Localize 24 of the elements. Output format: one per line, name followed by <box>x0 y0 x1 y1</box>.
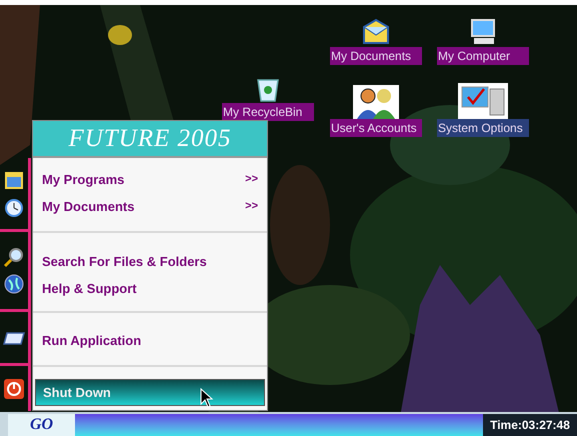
desktop-icon-label[interactable]: My Computer <box>437 47 529 65</box>
mouse-cursor-icon <box>200 388 214 408</box>
monitor-check-icon <box>458 83 508 119</box>
globe-icon[interactable] <box>3 273 25 295</box>
desktop-icon-label[interactable]: User's Accounts <box>330 119 422 137</box>
submenu-arrow: >> <box>245 172 258 188</box>
calendar-icon[interactable] <box>3 169 25 191</box>
computer-icon <box>468 17 498 47</box>
menu-item[interactable]: Run Application <box>35 327 265 354</box>
users-icon <box>353 85 399 119</box>
go-button[interactable]: GO <box>8 414 75 436</box>
menu-item[interactable]: My Documents >> <box>35 193 265 220</box>
menu-item[interactable]: Search For Files & Folders <box>35 248 265 275</box>
desktop-icon-label[interactable]: System Options <box>437 119 529 137</box>
clock: Time:03:27:48 <box>483 414 577 436</box>
menu-title: FUTURE 2005 <box>68 126 232 151</box>
clock-icon[interactable] <box>3 196 25 218</box>
submenu-arrow: >> <box>245 199 258 214</box>
menu-item[interactable]: My Programs >> <box>35 166 265 193</box>
menu-item[interactable]: Help & Support <box>35 275 265 302</box>
search-icon[interactable] <box>3 246 25 268</box>
power-icon[interactable] <box>3 378 25 400</box>
desktop-icon-label[interactable]: My RecycleBin <box>222 103 314 121</box>
desktop-icon-label[interactable]: My Documents <box>330 47 422 65</box>
